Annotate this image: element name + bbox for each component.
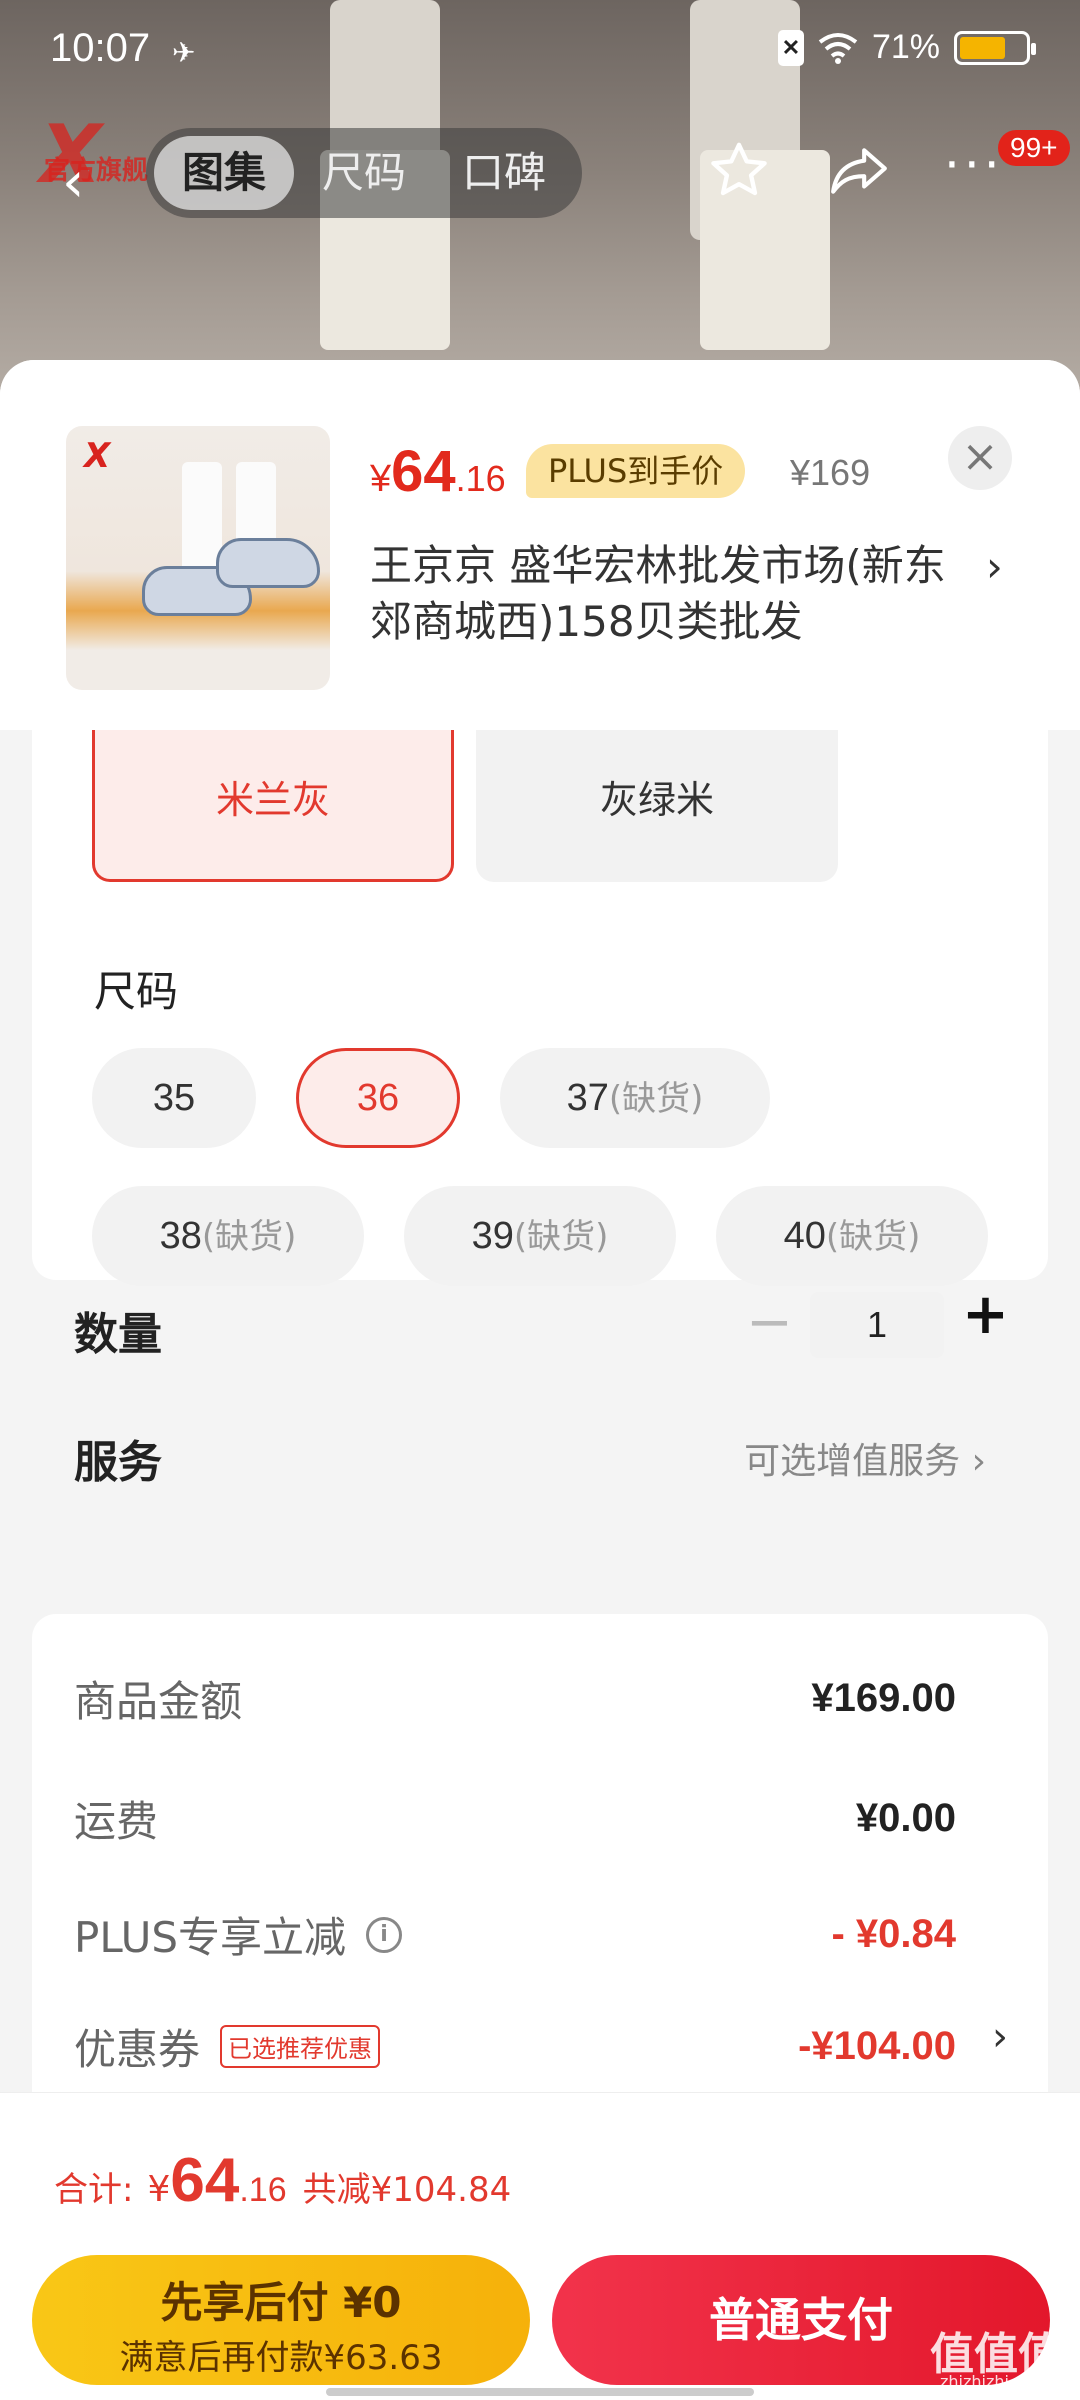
size-option-out-of-stock[interactable]: 39(缺货) (404, 1186, 676, 1286)
top-tabs: 图集 尺码 口碑 (146, 128, 582, 218)
shipping-value: ¥0.00 (855, 1796, 956, 1840)
price-currency: ¥ (370, 458, 392, 500)
thumb-shoe (216, 538, 320, 588)
size-option-selected[interactable]: 36 (296, 1048, 460, 1148)
goods-amount-value: ¥169.00 (811, 1676, 956, 1720)
service-selector[interactable]: 可选增值服务 › (744, 1432, 986, 1484)
close-icon[interactable]: × (948, 426, 1012, 490)
color-option-selected[interactable]: 米兰灰 (92, 730, 454, 882)
service-value: 可选增值服务 (744, 1441, 961, 1482)
info-icon[interactable]: i (366, 1916, 403, 1953)
total-saved: 共减¥104.84 (302, 2170, 512, 2210)
coupon-row[interactable]: 优惠券 已选推荐优惠 -¥104.00 (74, 2016, 956, 2077)
home-indicator[interactable] (326, 2388, 754, 2396)
pay-later-title: 先享后付 ¥0 (160, 2278, 402, 2327)
back-icon[interactable]: ‹ (62, 150, 84, 215)
wifi-icon (818, 32, 858, 64)
product-price: ¥64.16 (370, 438, 506, 505)
battery-icon (954, 30, 1036, 65)
message-badge: 99+ (998, 130, 1070, 166)
chevron-right-icon[interactable]: › (992, 2014, 1008, 2060)
coupon-label: 优惠券 (74, 2025, 201, 2074)
coupon-value: -¥104.00 (798, 2024, 956, 2068)
price-decimal: .16 (455, 458, 506, 499)
size-section-title: 尺码 (94, 967, 179, 1016)
goods-amount-label: 商品金额 (74, 1677, 243, 1726)
quantity-input[interactable]: 1 (810, 1292, 944, 1358)
size-option-out-of-stock[interactable]: 40(缺货) (716, 1186, 988, 1286)
no-sim-icon: ✕ (777, 29, 804, 66)
plus-discount-label: PLUS专享立减 (74, 1913, 347, 1962)
favorite-star-icon[interactable] (706, 138, 772, 219)
delivery-address[interactable]: 王京京 盛华宏林批发市场(新东郊商城西)158贝类批发 (370, 538, 970, 650)
chevron-right-icon[interactable]: › (986, 542, 1003, 591)
pay-later-button[interactable]: 先享后付 ¥0 满意后再付款¥63.63 (32, 2255, 530, 2385)
watermark-url: zhizhizhi.com (940, 2372, 1049, 2391)
plus-discount-value: - ¥0.84 (831, 1912, 956, 1956)
spec-card: 米兰灰 灰绿米 尺码 35 36 37(缺货) 38(缺货) 39(缺货) 40… (32, 730, 1048, 1488)
pay-later-subtitle: 满意后再付款¥63.63 (119, 2338, 443, 2378)
size-option[interactable]: 35 (92, 1048, 256, 1148)
status-time: 10:07 (50, 26, 151, 70)
thumb-brand-logo: X (84, 436, 111, 476)
status-bar: 10:07 ✈ ✕ 71% (0, 0, 1080, 100)
notification-icon: ✈ (172, 36, 196, 69)
more-icon[interactable]: ··· (944, 136, 1004, 194)
size-option-out-of-stock[interactable]: 38(缺货) (92, 1186, 364, 1286)
brand-logo-text: 官方旗舰 (44, 156, 149, 186)
share-icon[interactable] (826, 140, 892, 217)
tab-gallery[interactable]: 图集 (154, 136, 294, 210)
chevron-right-icon: › (971, 1441, 986, 1482)
plus-price-tag: PLUS到手价 (526, 444, 746, 498)
order-total: 合计: ¥64.16 共减¥104.84 (54, 2145, 511, 2216)
service-label: 服务 (74, 1437, 162, 1488)
product-thumbnail: X (66, 426, 330, 690)
tab-size[interactable]: 尺码 (294, 136, 434, 210)
tab-reviews[interactable]: 口碑 (434, 136, 574, 210)
battery-percent: 71% (871, 28, 940, 66)
color-option[interactable]: 灰绿米 (476, 730, 838, 882)
total-integer: 64 (170, 2146, 240, 2215)
total-decimal: .16 (239, 2171, 287, 2209)
price-integer: 64 (391, 439, 456, 504)
original-price: ¥169 (790, 452, 871, 493)
shipping-label: 运费 (74, 1797, 159, 1846)
quantity-minus-button[interactable]: − (746, 1290, 793, 1355)
total-label: 合计: (54, 2170, 134, 2210)
coupon-tag: 已选推荐优惠 (220, 2025, 381, 2068)
total-currency: ¥ (147, 2169, 171, 2210)
quantity-label: 数量 (74, 1309, 162, 1360)
quantity-plus-button[interactable]: + (962, 1282, 1009, 1347)
size-option-out-of-stock[interactable]: 37(缺货) (500, 1048, 770, 1148)
checkout-bar: 合计: ¥64.16 共减¥104.84 先享后付 ¥0 满意后再付款¥63.6… (0, 2092, 1080, 2400)
sheet-header: X ¥64.16 PLUS到手价 ¥169 × 王京京 盛华宏林批发市场(新东郊… (0, 360, 1080, 730)
